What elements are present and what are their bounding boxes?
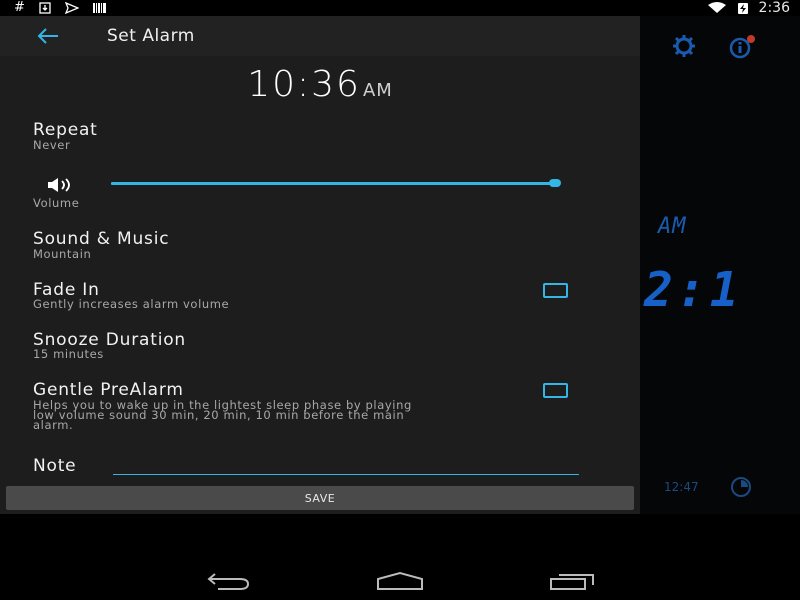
battery-charging-icon <box>737 2 748 14</box>
gear-icon[interactable] <box>668 34 700 58</box>
navigation-bar <box>0 560 800 600</box>
back-arrow-icon[interactable] <box>36 25 60 47</box>
speaker-icon <box>48 178 70 192</box>
repeat-value: Never <box>33 138 71 152</box>
prealarm-description-line-2: low volume sound 30 min, 20 min, 10 min … <box>33 408 405 422</box>
fade-in-description: Gently increases alarm volume <box>33 297 230 311</box>
set-alarm-dialog: Set Alarm 10:36 AM Repeat Never Volume So… <box>0 16 640 514</box>
repeat-label[interactable]: Repeat <box>33 120 98 140</box>
prealarm-description-line-3: alarm. <box>33 418 74 432</box>
barcode-icon <box>92 3 106 13</box>
download-icon <box>39 2 51 14</box>
note-label: Note <box>33 456 77 476</box>
sound-music-value: Mountain <box>33 247 92 261</box>
save-button[interactable]: SAVE <box>6 486 634 510</box>
clock-icon <box>731 477 751 497</box>
volume-slider-thumb[interactable] <box>549 179 561 187</box>
info-icon[interactable] <box>726 34 762 60</box>
fade-in-checkbox[interactable] <box>543 283 568 298</box>
gentle-prealarm-checkbox[interactable] <box>543 383 568 398</box>
gentle-prealarm-label[interactable]: Gentle PreAlarm <box>33 380 184 400</box>
dialog-header: Set Alarm <box>0 16 640 56</box>
wifi-icon <box>707 2 726 13</box>
clock-time: 2:36 <box>758 0 790 16</box>
system-icons: 2:36 <box>707 0 790 16</box>
back-icon[interactable] <box>206 571 252 591</box>
alarm-time[interactable]: 10:36 <box>247 64 361 105</box>
notification-icons: # <box>14 0 107 16</box>
status-bar: # 2:36 <box>0 0 800 16</box>
note-input[interactable] <box>113 457 579 475</box>
volume-label: Volume <box>33 196 80 210</box>
recent-apps-icon[interactable] <box>549 571 597 591</box>
hash-icon: # <box>14 0 25 15</box>
send-icon <box>64 2 79 14</box>
sound-music-label[interactable]: Sound & Music <box>33 229 169 249</box>
background-ampm: AM <box>658 214 687 239</box>
home-icon[interactable] <box>376 571 424 591</box>
background-time-digits: 2:1 <box>644 262 743 318</box>
background-clock-app: AM 2:1 12:47 <box>640 16 800 514</box>
snooze-duration-value: 15 minutes <box>33 347 104 361</box>
dialog-title: Set Alarm <box>107 26 195 46</box>
alarm-ampm[interactable]: AM <box>363 80 393 101</box>
alarm-time-display[interactable]: 10:36 AM <box>0 64 640 105</box>
volume-slider-track[interactable] <box>111 182 555 185</box>
next-alarm-time: 12:47 <box>664 480 699 494</box>
